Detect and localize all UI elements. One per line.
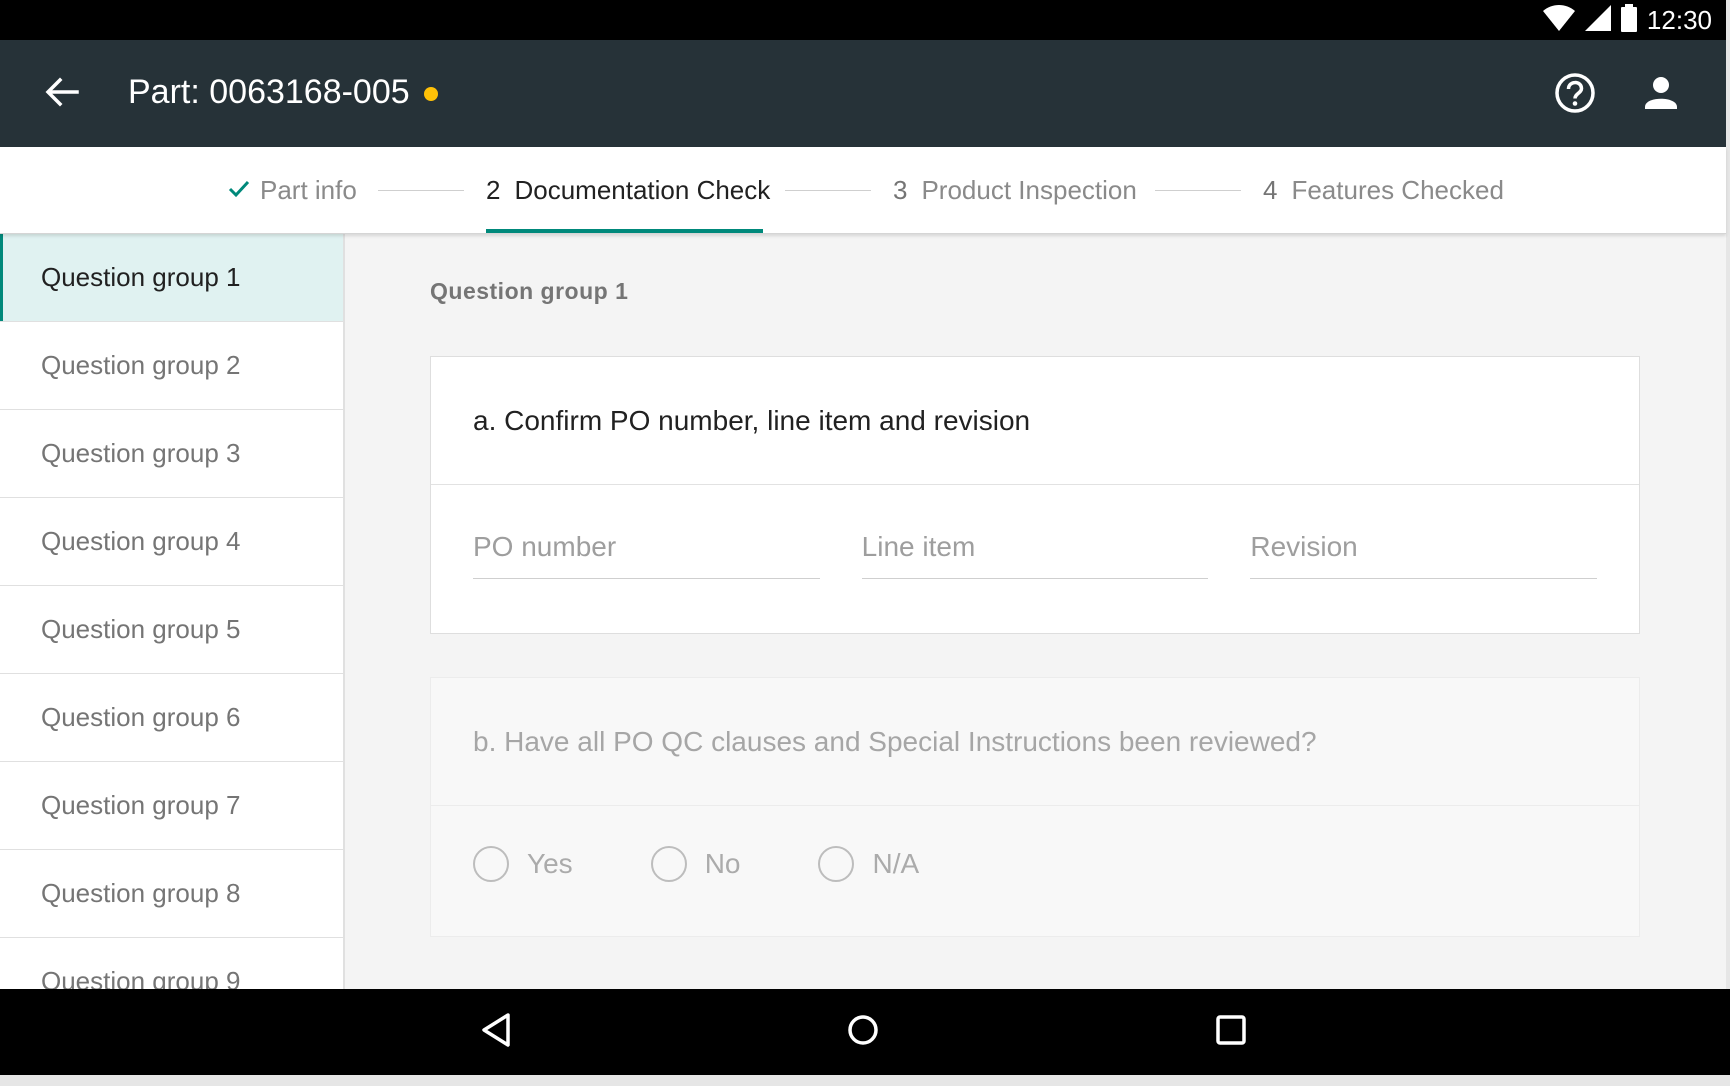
sidebar-item-label: Question group 3 <box>41 438 241 468</box>
revision-field-wrap <box>1250 515 1598 579</box>
step-features-checked[interactable]: 4 Features Checked <box>1263 147 1504 234</box>
nav-back-icon <box>480 1012 512 1053</box>
step-label: Product Inspection <box>921 175 1137 205</box>
app-bar: Part: 0063168-005 <box>0 40 1726 147</box>
screen-edge <box>0 1075 1730 1086</box>
radio-label: Yes <box>527 848 573 879</box>
sidebar-item-question-group-8[interactable]: Question group 8 <box>0 850 343 938</box>
help-button[interactable] <box>1552 70 1598 116</box>
active-step-indicator <box>486 229 763 233</box>
radio-unchecked-icon <box>818 846 855 882</box>
po-number-field[interactable] <box>473 530 820 563</box>
sidebar-item-question-group-6[interactable]: Question group 6 <box>0 674 343 762</box>
question-card-b: b. Have all PO QC clauses and Special In… <box>430 677 1640 937</box>
sidebar-item-label: Question group 5 <box>41 614 241 644</box>
step-label: Features Checked <box>1291 175 1504 205</box>
step-part-info[interactable]: Part info <box>228 147 357 234</box>
sidebar-item-question-group-3[interactable]: Question group 3 <box>0 410 343 498</box>
radio-no[interactable]: No <box>650 846 741 882</box>
nav-recents-button[interactable] <box>1206 1007 1256 1057</box>
status-bar: 12:30 <box>0 0 1726 40</box>
check-icon <box>228 175 250 206</box>
main-content: Question group 1 a. Confirm PO number, l… <box>345 234 1726 989</box>
arrow-left-icon <box>45 77 79 112</box>
step-label: Part info <box>260 175 357 205</box>
help-circle-icon <box>1552 73 1598 120</box>
question-card-a: a. Confirm PO number, line item and revi… <box>430 356 1640 634</box>
sidebar-item-question-group-7[interactable]: Question group 7 <box>0 762 343 850</box>
step-product-inspection[interactable]: 3 Product Inspection <box>893 147 1137 234</box>
status-time: 12:30 <box>1646 4 1712 35</box>
step-number: 4 <box>1263 175 1278 205</box>
step-connector <box>785 190 871 191</box>
battery-icon <box>1620 3 1637 37</box>
wifi-icon <box>1542 4 1575 36</box>
question-b-text: b. Have all PO QC clauses and Special In… <box>431 678 1639 806</box>
step-documentation-check[interactable]: 2 Documentation Check <box>486 147 770 234</box>
account-button[interactable] <box>1638 70 1684 116</box>
sidebar-item-label: Question group 9 <box>41 966 241 989</box>
sidebar-item-question-group-4[interactable]: Question group 4 <box>0 498 343 586</box>
radio-label: No <box>704 848 741 879</box>
step-connector <box>1155 190 1241 191</box>
question-a-fields <box>473 515 1598 579</box>
sidebar-item-question-group-9[interactable]: Question group 9 <box>0 938 343 989</box>
sidebar-item-label: Question group 7 <box>41 790 241 820</box>
sidebar-item-label: Question group 2 <box>41 350 241 380</box>
step-number: 2 <box>486 175 501 205</box>
question-a-text: a. Confirm PO number, line item and revi… <box>431 357 1639 485</box>
radio-unchecked-icon <box>650 846 687 882</box>
sidebar-item-label: Question group 8 <box>41 878 241 908</box>
account-icon <box>1638 77 1684 120</box>
page-title: Part: 0063168-005 <box>128 73 410 111</box>
status-icons: 12:30 <box>1542 3 1712 37</box>
step-connector <box>378 190 464 191</box>
sidebar-item-label: Question group 4 <box>41 526 241 556</box>
nav-recents-icon <box>1215 1014 1247 1051</box>
question-group-list: Question group 1 Question group 2 Questi… <box>0 234 345 989</box>
po-number-field-wrap <box>473 515 820 579</box>
system-nav-bar <box>0 989 1730 1075</box>
question-b-options: Yes No N/A <box>473 846 997 882</box>
nav-home-button[interactable] <box>838 1007 888 1057</box>
line-item-field-wrap <box>861 515 1209 579</box>
step-number: 3 <box>893 175 908 205</box>
radio-label: N/A <box>872 848 920 879</box>
radio-na[interactable]: N/A <box>818 846 919 882</box>
group-heading: Question group 1 <box>430 278 629 304</box>
stepper: Part info 2 Documentation Check 3 Produc… <box>0 147 1726 234</box>
sidebar-item-question-group-2[interactable]: Question group 2 <box>0 322 343 410</box>
nav-home-icon <box>846 1013 880 1052</box>
radio-unchecked-icon <box>473 846 509 882</box>
cell-signal-icon <box>1584 4 1611 36</box>
nav-back-button[interactable] <box>471 1007 521 1057</box>
line-item-field[interactable] <box>861 530 1209 563</box>
unsaved-indicator <box>424 87 438 101</box>
back-button[interactable] <box>38 72 86 116</box>
revision-field[interactable] <box>1250 530 1598 563</box>
radio-yes[interactable]: Yes <box>473 846 573 882</box>
sidebar-item-label: Question group 1 <box>41 262 241 292</box>
sidebar-item-question-group-5[interactable]: Question group 5 <box>0 586 343 674</box>
sidebar-item-label: Question group 6 <box>41 702 241 732</box>
screen-edge <box>1726 0 1730 989</box>
step-label: Documentation Check <box>514 175 771 205</box>
sidebar-item-question-group-1[interactable]: Question group 1 <box>0 234 343 322</box>
